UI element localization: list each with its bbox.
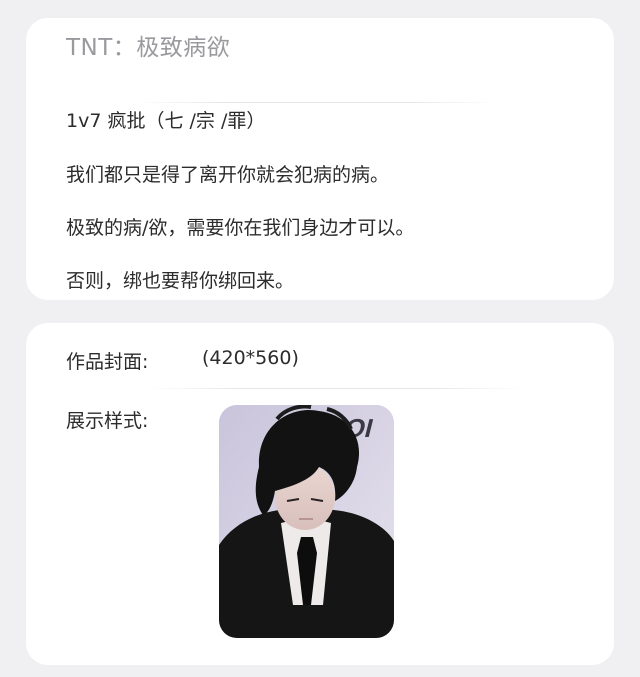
cover-label: 作品封面: [66,351,149,373]
synopsis-line-2: 极致的病/欲，需要你在我们身边才可以。 [66,217,415,239]
cover-divider [146,388,526,389]
cover-size: (420*560) [202,347,299,369]
synopsis-line-1: 我们都只是得了离开你就会犯病的病。 [66,164,390,186]
cover-card: 作品封面: (420*560) 展示样式: OI [26,323,614,665]
title-divider [136,102,496,103]
work-title: TNT：极致病欲 [66,35,231,61]
style-label: 展示样式: [66,410,149,432]
description-card: TNT：极致病欲 1v7 疯批（七 /宗 /罪） 我们都只是得了离开你就会犯病的… [26,18,614,300]
synopsis-line-3: 否则，绑也要帮你绑回来。 [66,270,295,292]
cover-image[interactable]: OI [219,405,394,638]
tagline: 1v7 疯批（七 /宗 /罪） [66,110,266,132]
